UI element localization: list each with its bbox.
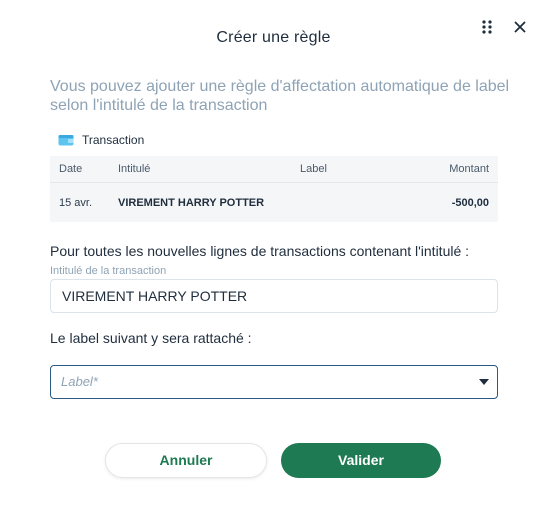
- intitule-input[interactable]: VIREMENT HARRY POTTER: [50, 279, 498, 313]
- header-date: Date: [59, 163, 83, 175]
- header-montant: Montant: [449, 163, 489, 175]
- label-prompt: Le label suivant y sera rattaché :: [50, 330, 252, 346]
- intitule-field-label: Intitulé de la transaction: [50, 265, 167, 277]
- label-select-placeholder: Label*: [61, 374, 98, 389]
- dialog-title: Créer une règle: [216, 29, 331, 46]
- table-row: 15 avr. VIREMENT HARRY POTTER -500,00: [50, 183, 498, 222]
- label-select[interactable]: Label*: [50, 365, 498, 399]
- submit-button[interactable]: Valider: [281, 443, 441, 478]
- transaction-table: Date Intitulé Label Montant 15 avr. VIRE…: [50, 156, 498, 222]
- transaction-section-header: Transaction: [58, 133, 144, 147]
- header-label: Label: [300, 163, 327, 175]
- wallet-icon: [58, 135, 74, 146]
- caret-down-icon: [479, 379, 489, 385]
- create-rule-dialog: Créer une règle Vous pouvez ajouter une …: [0, 0, 547, 512]
- header-intitule: Intitulé: [118, 163, 151, 175]
- table-header-row: Date Intitulé Label Montant: [50, 156, 498, 183]
- row-intitule: VIREMENT HARRY POTTER: [118, 196, 265, 209]
- intro-text: Vous pouvez ajouter une règle d'affectat…: [50, 78, 510, 114]
- transaction-section-label: Transaction: [82, 133, 145, 147]
- row-date: 15 avr.: [59, 196, 93, 209]
- row-montant: -500,00: [451, 196, 489, 209]
- cancel-button[interactable]: Annuler: [105, 443, 267, 478]
- rule-prompt: Pour toutes les nouvelles lignes de tran…: [50, 243, 470, 259]
